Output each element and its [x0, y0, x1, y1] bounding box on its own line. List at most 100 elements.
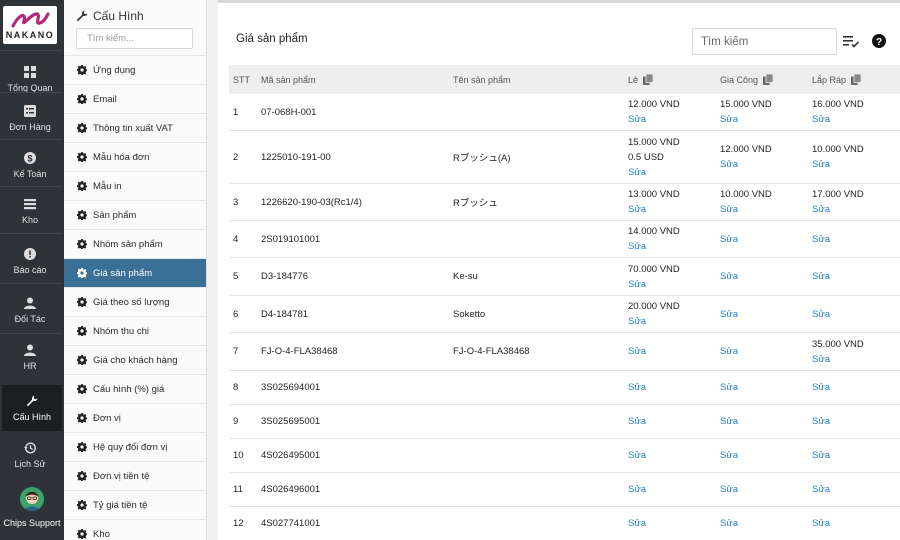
- edit-link[interactable]: Sửa: [720, 482, 812, 497]
- alert-icon: [24, 247, 36, 260]
- sidebar-search-input[interactable]: [76, 28, 193, 49]
- sidebar-item[interactable]: Hệ quy đổi đơn vị: [64, 432, 206, 461]
- edit-link[interactable]: Sửa: [812, 202, 900, 217]
- edit-link[interactable]: Sửa: [812, 307, 900, 322]
- sidebar-item[interactable]: Giá theo số lượng: [64, 287, 206, 316]
- sidebar-item[interactable]: Nhóm thu chi: [64, 316, 206, 345]
- gear-icon: [77, 442, 87, 452]
- sidebar-item[interactable]: Nhóm sản phẩm: [64, 229, 206, 258]
- edit-link[interactable]: Sửa: [812, 112, 900, 127]
- sidebar-item[interactable]: Email: [64, 84, 206, 113]
- edit-link[interactable]: Sửa: [628, 277, 720, 292]
- edit-link[interactable]: Sửa: [628, 516, 720, 531]
- nav-orders[interactable]: Đơn Hàng: [0, 95, 60, 141]
- edit-link[interactable]: Sửa: [812, 448, 900, 463]
- main-content: Giá sản phẩm ? STT Mã sản phẩm Tên sản p…: [207, 0, 900, 540]
- sidebar-item[interactable]: Giá cho khách hàng: [64, 345, 206, 374]
- sidebar-item[interactable]: Thông tin xuất VAT: [64, 113, 206, 142]
- retail-price-cell: 12.000 VND Sửa: [628, 97, 720, 127]
- gear-icon: [77, 152, 87, 162]
- copy-icon[interactable]: [643, 74, 654, 85]
- help-icon[interactable]: ?: [872, 34, 886, 48]
- edit-link[interactable]: Sửa: [628, 344, 720, 359]
- edit-link[interactable]: Sửa: [628, 112, 720, 127]
- edit-link[interactable]: Sửa: [812, 516, 900, 531]
- nav-warehouse[interactable]: Kho: [0, 188, 60, 234]
- edit-link[interactable]: Sửa: [628, 165, 720, 180]
- edit-link[interactable]: Sửa: [720, 112, 812, 127]
- rail-divider: [0, 186, 62, 187]
- row-stt: 7: [233, 346, 239, 357]
- col-header-stt: STT: [233, 74, 250, 85]
- chips-support[interactable]: Chips Support: [0, 480, 64, 540]
- edit-link[interactable]: Sửa: [628, 380, 720, 395]
- gear-icon: [77, 123, 87, 133]
- filter-list-icon[interactable]: [843, 34, 859, 48]
- product-code: 3S025694001: [261, 382, 321, 393]
- col-header-label: Lẻ: [628, 74, 639, 85]
- nav-hr[interactable]: HR: [0, 334, 60, 380]
- product-code: 4S026495001: [261, 450, 321, 461]
- rail-divider: [0, 92, 62, 93]
- sidebar-item[interactable]: Mẫu hóa đơn: [64, 142, 206, 171]
- col-header-processing: Gia Công: [720, 74, 812, 85]
- brand-logo[interactable]: NAKANO: [3, 6, 57, 44]
- nav-accounting[interactable]: $ Kế Toán: [0, 142, 60, 188]
- search-input[interactable]: [692, 28, 837, 55]
- edit-link[interactable]: Sửa: [812, 414, 900, 429]
- sidebar-item-label: Đơn vị: [93, 412, 121, 424]
- sidebar-item[interactable]: Tỷ giá tiền tệ: [64, 490, 206, 519]
- edit-link[interactable]: Sửa: [720, 380, 812, 395]
- page-title: Giá sản phẩm: [236, 33, 308, 45]
- nav-reports[interactable]: Báo cáo: [0, 238, 60, 284]
- edit-link[interactable]: Sửa: [812, 352, 900, 367]
- sidebar-item-label: Đơn vị tiền tệ: [93, 470, 150, 482]
- edit-link[interactable]: Sửa: [628, 482, 720, 497]
- price-value: 12.000 VND: [720, 144, 772, 155]
- assembly-price-cell: 17.000 VND Sửa: [812, 187, 900, 217]
- sidebar-item[interactable]: Giá sản phẩm: [64, 258, 206, 287]
- edit-link[interactable]: Sửa: [812, 380, 900, 395]
- edit-link[interactable]: Sửa: [812, 482, 900, 497]
- sidebar-item-label: Kho: [93, 528, 110, 540]
- sidebar-item[interactable]: Cấu hình (%) giá: [64, 374, 206, 403]
- product-code: 07-068H-001: [261, 106, 317, 118]
- nav-partners[interactable]: Đối Tác: [0, 287, 60, 333]
- copy-icon[interactable]: [851, 74, 862, 85]
- edit-link[interactable]: Sửa: [720, 414, 812, 429]
- assembly-price-cell: 10.000 VND Sửa: [812, 142, 900, 172]
- col-header-assembly: Lắp Ráp: [812, 74, 900, 85]
- edit-link[interactable]: Sửa: [628, 202, 720, 217]
- sidebar-item[interactable]: Mẫu in: [64, 171, 206, 200]
- edit-link[interactable]: Sửa: [720, 307, 812, 322]
- edit-link[interactable]: Sửa: [628, 414, 720, 429]
- edit-link[interactable]: Sửa: [628, 314, 720, 329]
- nav-history[interactable]: Lịch Sử: [0, 432, 60, 478]
- edit-link[interactable]: Sửa: [720, 344, 812, 359]
- edit-link[interactable]: Sửa: [720, 516, 812, 531]
- sidebar-item[interactable]: Kho: [64, 519, 206, 540]
- edit-link[interactable]: Sửa: [720, 157, 812, 172]
- edit-link[interactable]: Sửa: [628, 448, 720, 463]
- edit-link[interactable]: Sửa: [628, 239, 720, 254]
- edit-link[interactable]: Sửa: [720, 269, 812, 284]
- sidebar-item[interactable]: Ứng dụng: [64, 55, 206, 84]
- edit-link[interactable]: Sửa: [720, 202, 812, 217]
- edit-link[interactable]: Sửa: [812, 269, 900, 284]
- avatar: [20, 487, 44, 511]
- wrench-icon: [76, 10, 88, 22]
- sidebar-item[interactable]: Đơn vị: [64, 403, 206, 432]
- product-code: 1225010-191-00: [261, 151, 331, 163]
- product-name: Ke-su: [453, 271, 478, 282]
- edit-link[interactable]: Sửa: [812, 157, 900, 172]
- sidebar-header: Cấu Hình: [76, 9, 144, 23]
- sidebar-item[interactable]: Sản phẩm: [64, 200, 206, 229]
- assembly-price-cell: Sửa: [812, 448, 900, 463]
- nav-settings[interactable]: Cấu Hình: [2, 385, 62, 431]
- price-value: 16.000 VND: [812, 99, 864, 110]
- sidebar-item[interactable]: Đơn vị tiền tệ: [64, 461, 206, 490]
- edit-link[interactable]: Sửa: [720, 448, 812, 463]
- edit-link[interactable]: Sửa: [812, 232, 900, 247]
- copy-icon[interactable]: [763, 74, 774, 85]
- edit-link[interactable]: Sửa: [720, 232, 812, 247]
